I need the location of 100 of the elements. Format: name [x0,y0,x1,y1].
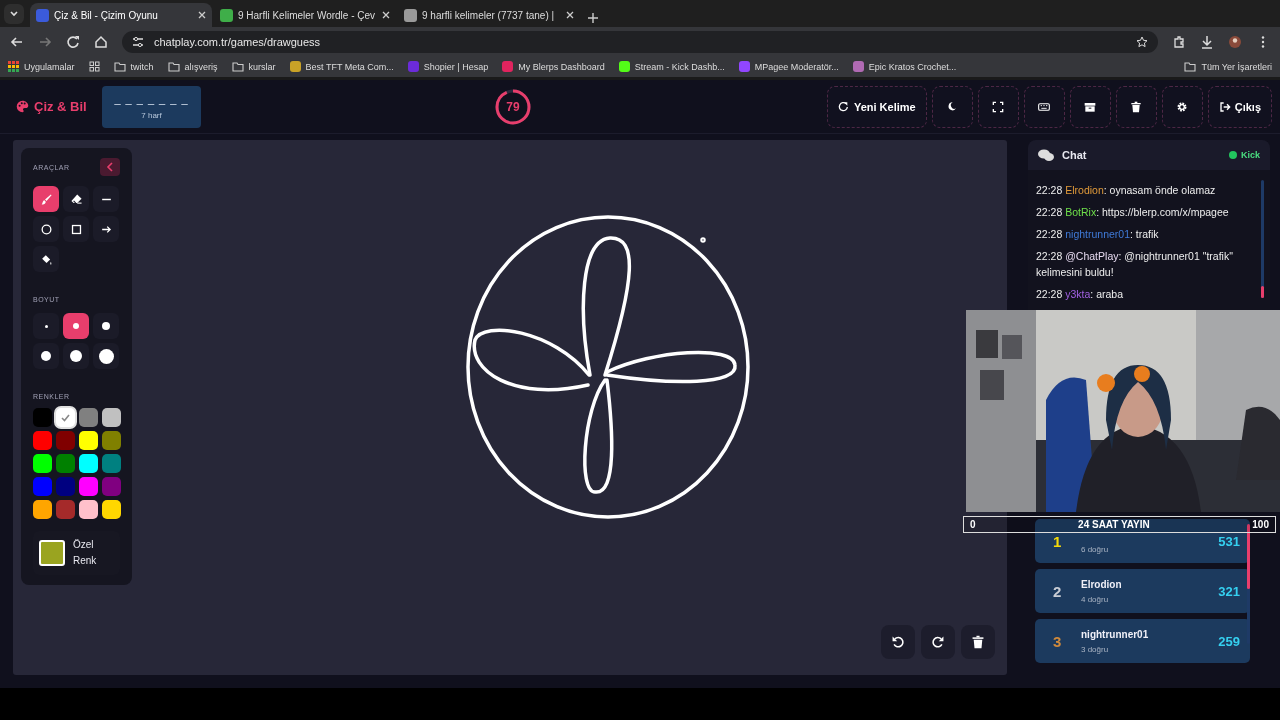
settings-button[interactable] [1161,85,1203,128]
color-swatch[interactable] [56,454,75,473]
color-swatch[interactable] [56,431,75,450]
keyboard-icon [1038,100,1051,113]
platform-status: Kick [1229,150,1260,160]
rank-number: 2 [1053,582,1063,600]
color-swatch[interactable] [33,477,52,496]
tool-button[interactable] [33,186,59,212]
trash-icon [971,635,985,649]
browser-tab[interactable]: 9 harfli kelimeler (7737 tane) | [398,3,580,27]
apps-icon [8,61,19,72]
color-swatch[interactable] [79,431,98,450]
chat-message: 22:28 nightrunner01: trafik [1036,227,1160,242]
bookmark[interactable]: Tüm Yer İşaretleri [1184,61,1272,72]
player-name: nightrunner01 [1081,628,1150,640]
tool-button[interactable] [93,216,119,242]
browser-tab[interactable]: 9 Harfli Kelimeler Wordle - Çev [214,3,396,27]
icon-button[interactable] [1115,85,1157,128]
collapse-button[interactable] [100,158,120,176]
size-button[interactable] [93,313,119,339]
color-swatch[interactable] [102,477,121,496]
forward-icon[interactable] [38,34,52,49]
size-button[interactable] [33,343,59,369]
settings-icon [1176,100,1189,113]
color-swatch[interactable] [102,500,121,519]
color-swatch[interactable] [56,500,75,519]
download-icon[interactable] [1200,34,1214,49]
color-swatch[interactable] [33,454,52,473]
chevron-down-icon [9,9,19,19]
star-icon[interactable] [1136,35,1148,48]
bookmark[interactable]: alışveriş [167,61,218,72]
exit-button[interactable]: Çıkış [1207,85,1272,128]
color-swatch[interactable] [33,431,52,450]
size-button[interactable] [63,343,89,369]
grid-icon[interactable] [88,61,100,72]
rank-number: 3 [1053,632,1063,650]
expand-icon [992,100,1005,113]
tool-button[interactable] [63,186,89,212]
player-score: 321 [1218,583,1240,599]
close-icon [198,11,206,19]
icon-button[interactable] [1069,85,1111,128]
bookmark[interactable]: My Blerps Dashboard [502,61,605,72]
new-tab-icon[interactable] [588,13,598,23]
bookmark[interactable]: Epic Kratos Crochet... [852,61,957,72]
redo-icon [931,635,945,649]
address-bar[interactable]: chatplay.com.tr/games/drawguess [122,30,1158,53]
bookmark[interactable]: Uygulamalar [8,61,75,72]
folder-icon [113,61,126,72]
site-settings-icon[interactable] [132,35,144,48]
color-swatch[interactable] [56,477,75,496]
bookmark[interactable]: Shopier | Hesap [407,61,489,72]
folder-icon [1184,61,1197,72]
fill-icon [39,252,53,266]
brush-icon [39,192,53,206]
trash-button[interactable] [961,625,995,659]
color-swatch[interactable] [79,408,98,427]
color-swatch[interactable] [56,408,75,427]
browser-tab[interactable]: Çiz & Bil - Çizim Oyunu [30,3,212,27]
tool-button[interactable] [33,246,59,272]
chevron-left-icon [106,162,114,172]
scrollbar-thumb[interactable] [1247,524,1250,589]
color-swatch[interactable] [79,500,98,519]
bookmark[interactable]: Best TFT Meta Com... [289,61,394,72]
bar-min-label: 0 [970,519,976,530]
redo-button[interactable] [921,625,955,659]
archive-icon [1084,100,1097,113]
home-icon[interactable] [94,34,108,49]
bookmark[interactable]: twitch [113,61,154,72]
color-swatch[interactable] [79,477,98,496]
chat-title: Chat [1062,149,1087,161]
correct-count: 6 doğru [1081,544,1110,554]
chat-message: 22:28 Elrodion: oynasam önde olamaz [1036,183,1217,198]
color-swatch[interactable] [102,431,121,450]
color-swatch[interactable] [33,500,52,519]
color-swatch[interactable] [33,408,52,427]
bar-max-label: 100 [1252,519,1269,530]
tool-button[interactable] [33,216,59,242]
letter-count: 7 harf [141,111,162,120]
icon-button[interactable] [1023,85,1065,128]
color-swatch[interactable] [79,454,98,473]
brand-logo: Çiz & Bil [16,99,102,114]
color-swatch[interactable] [102,454,121,473]
size-button[interactable] [63,313,89,339]
avatar-icon[interactable] [1228,34,1242,49]
size-button[interactable] [93,343,119,369]
correct-count: 4 doğru [1081,594,1110,604]
scrollbar-thumb[interactable] [1261,286,1264,298]
extensions-icon[interactable] [1172,34,1186,49]
circle-icon [39,222,53,236]
tab-list-button[interactable] [4,4,24,24]
back-icon[interactable] [10,34,24,49]
tool-button[interactable] [63,216,89,242]
bookmark[interactable]: MPagee Moderatör... [738,61,839,72]
bookmark[interactable]: kurslar [231,61,276,72]
reload-icon[interactable] [66,34,80,49]
undo-button[interactable] [881,625,915,659]
chat-message: 22:28 @ChatPlay: @nightrunner01 "trafik" kelimesini buldu! [1036,249,1234,280]
bookmark[interactable]: Stream - Kick Dashb... [618,61,725,72]
color-swatch[interactable] [102,408,121,427]
new-word-button[interactable]: Yeni Kelime [826,85,927,128]
